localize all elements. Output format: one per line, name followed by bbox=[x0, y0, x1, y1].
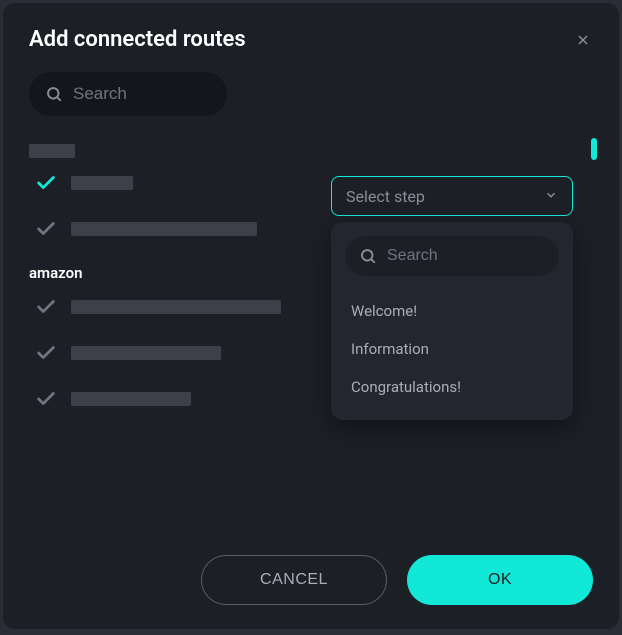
step-option[interactable]: Welcome! bbox=[345, 292, 559, 330]
add-connected-routes-dialog: Add connected routes amazon bbox=[3, 3, 619, 629]
checkmark-icon bbox=[35, 388, 57, 410]
search-icon bbox=[359, 247, 377, 265]
route-label-redacted bbox=[71, 392, 191, 406]
checkmark-icon bbox=[35, 296, 57, 318]
route-label-redacted bbox=[71, 346, 221, 360]
route-label-redacted bbox=[71, 300, 281, 314]
step-option[interactable]: Congratulations! bbox=[345, 368, 559, 406]
group-header bbox=[29, 144, 75, 158]
step-dropdown: Welcome! Information Congratulations! bbox=[331, 222, 573, 420]
step-select-placeholder: Select step bbox=[346, 187, 425, 206]
step-select[interactable]: Select step bbox=[331, 176, 573, 216]
chevron-down-icon bbox=[544, 187, 558, 206]
close-button[interactable] bbox=[573, 30, 593, 50]
close-icon bbox=[575, 32, 591, 48]
step-dropdown-search-input[interactable] bbox=[387, 247, 545, 265]
step-option[interactable]: Information bbox=[345, 330, 559, 368]
scrollbar-thumb[interactable] bbox=[591, 138, 597, 160]
ok-button[interactable]: OK bbox=[407, 555, 593, 605]
checkmark-icon bbox=[35, 172, 57, 194]
route-label-redacted bbox=[71, 176, 133, 190]
checkmark-icon bbox=[35, 342, 57, 364]
routes-search-input[interactable] bbox=[73, 84, 211, 104]
step-dropdown-search[interactable] bbox=[345, 236, 559, 276]
search-icon bbox=[45, 85, 63, 103]
routes-list: amazon Select step bbox=[29, 144, 593, 524]
cancel-button[interactable]: CANCEL bbox=[201, 555, 387, 605]
routes-search[interactable] bbox=[29, 72, 227, 116]
dialog-header: Add connected routes bbox=[29, 27, 593, 52]
dialog-title: Add connected routes bbox=[29, 27, 246, 52]
checkmark-icon bbox=[35, 218, 57, 240]
dialog-footer: CANCEL OK bbox=[201, 555, 593, 605]
route-label-redacted bbox=[71, 222, 257, 236]
